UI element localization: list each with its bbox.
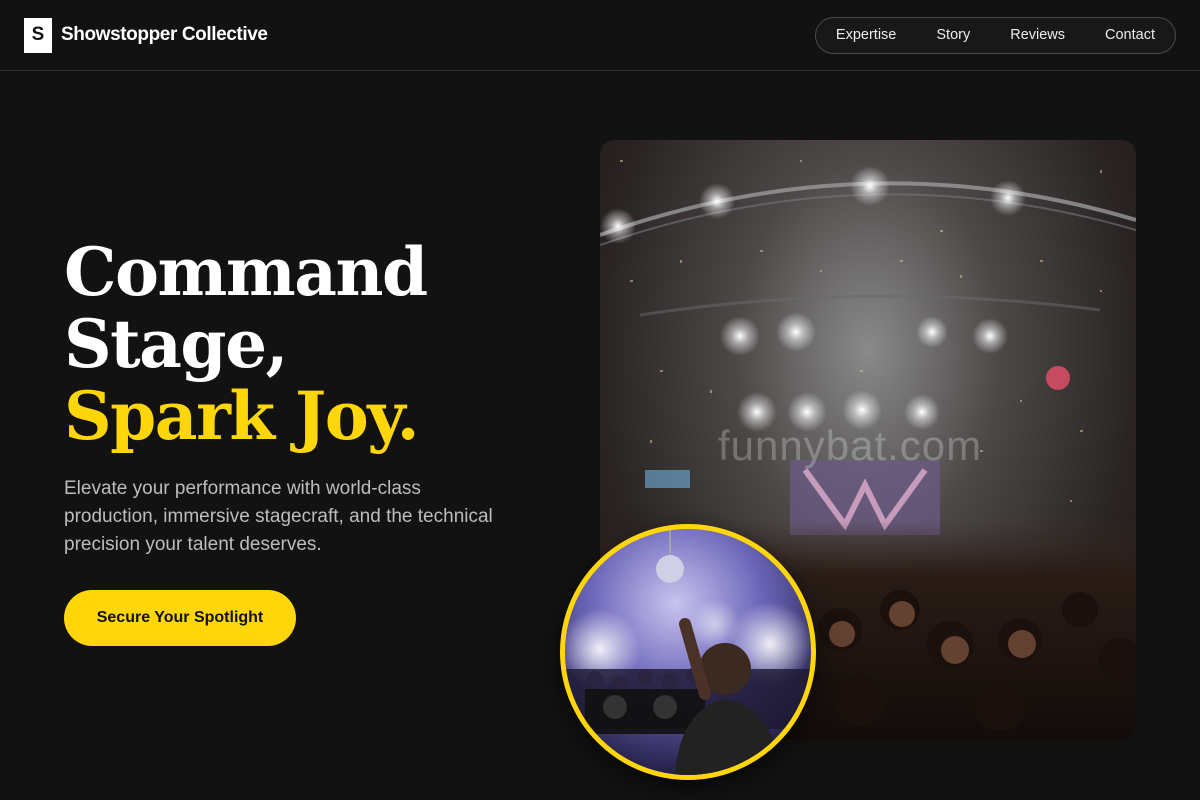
nav-item-story[interactable]: Story	[936, 27, 970, 43]
hero-title: Command Stage, Spark Joy.	[64, 233, 428, 455]
main-nav: Expertise Story Reviews Contact	[814, 16, 1176, 54]
nav-item-contact[interactable]: Contact	[1105, 27, 1155, 43]
hero-title-accent: Spark Joy.	[64, 377, 420, 455]
brand-name: Showstopper Collective	[61, 24, 268, 45]
hero-subtitle: Elevate your performance with world-clas…	[64, 478, 493, 555]
dj-inset-image	[560, 524, 816, 780]
main-image-watermark: funnybat.com	[718, 422, 983, 469]
dj-illustration	[565, 529, 811, 775]
nav-item-expertise[interactable]: Expertise	[836, 27, 896, 43]
site-header: S Showstopper Collective Expertise Story…	[0, 0, 1200, 71]
brand[interactable]: S Showstopper Collective	[24, 17, 268, 53]
hero-title-line-1: Command	[64, 233, 428, 311]
logo-icon: S	[24, 17, 52, 53]
secure-spotlight-button[interactable]: Secure Your Spotlight	[64, 590, 296, 646]
hero-title-line-2: Stage,	[64, 305, 289, 383]
nav-item-reviews[interactable]: Reviews	[1010, 27, 1065, 43]
